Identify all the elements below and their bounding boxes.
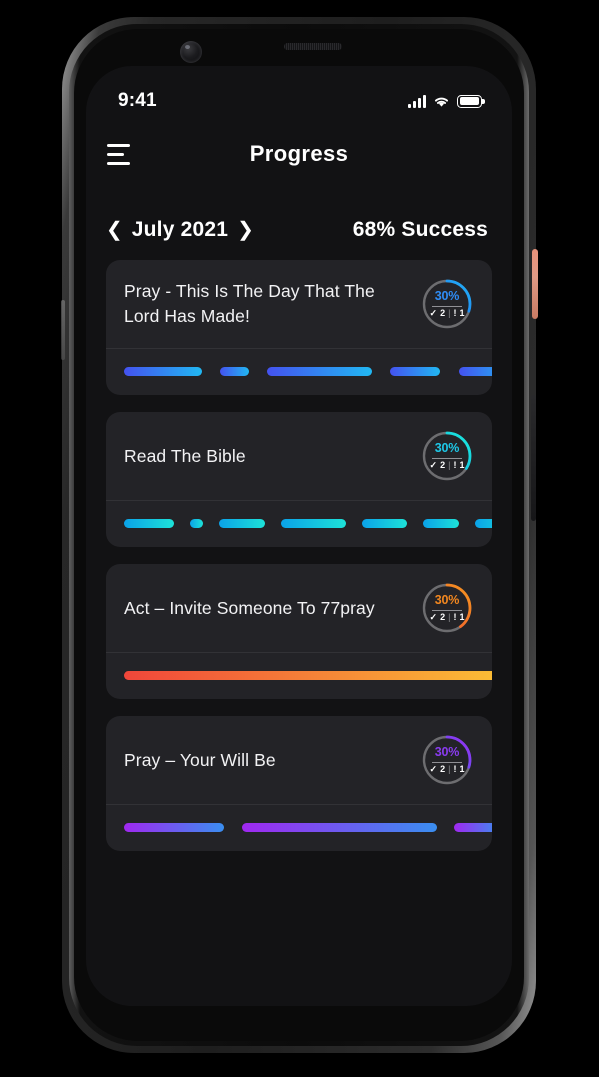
- ring-divider: [432, 761, 462, 763]
- progress-bar-segment[interactable]: [390, 367, 440, 376]
- side-button-left[interactable]: [61, 300, 65, 360]
- ring-stats: ✓ 2 |! 1: [430, 765, 465, 774]
- check-icon: ✓: [429, 460, 438, 470]
- habit-card[interactable]: Read The Bible 30% ✓ 2 |! 1: [106, 412, 492, 547]
- missed-count: 1: [459, 764, 465, 774]
- battery-full-icon: [457, 94, 485, 108]
- status-bar: 9:41: [86, 66, 512, 122]
- progress-bar-track: [106, 501, 492, 547]
- progress-bar-segment[interactable]: [459, 367, 492, 376]
- progress-percent: 30%: [434, 441, 460, 455]
- stats-separator: |: [448, 460, 451, 470]
- habit-card[interactable]: Pray - This Is The Day That The Lord Has…: [106, 260, 492, 395]
- progress-ring[interactable]: 30% ✓ 2 |! 1: [420, 733, 474, 787]
- progress-bar-segment[interactable]: [219, 519, 265, 528]
- wifi-icon: [433, 95, 450, 108]
- progress-bar-segment[interactable]: [124, 671, 492, 680]
- completed-count: 2: [440, 764, 446, 774]
- progress-bar-track: [106, 805, 492, 851]
- progress-bar-segment[interactable]: [475, 519, 492, 528]
- month-label: July 2021: [131, 218, 229, 241]
- completed-count: 2: [440, 460, 446, 470]
- missed-count: 1: [459, 612, 465, 622]
- screenshot-root: 9:41 Progress ❮ July 2021 ❯ 68% Success …: [0, 0, 599, 1077]
- progress-bar-segment[interactable]: [124, 367, 202, 376]
- progress-percent: 30%: [434, 593, 460, 607]
- earpiece-speaker-icon: [284, 43, 342, 50]
- progress-bar-segment[interactable]: [220, 367, 249, 376]
- status-time: 9:41: [118, 90, 157, 111]
- missed-count: 1: [459, 308, 465, 318]
- habit-card[interactable]: Act – Invite Someone To 77pray 30% ✓ 2 |! 1: [106, 564, 492, 699]
- progress-ring-center: 30% ✓ 2 |! 1: [420, 581, 474, 635]
- progress-percent: 30%: [434, 745, 460, 759]
- chevron-left-icon[interactable]: ❮: [106, 220, 123, 240]
- habit-card-list: Pray - This Is The Day That The Lord Has…: [86, 260, 512, 851]
- stats-separator: |: [448, 764, 451, 774]
- power-button[interactable]: [532, 249, 538, 319]
- progress-bar-segment[interactable]: [267, 367, 372, 376]
- check-icon: ✓: [429, 764, 438, 774]
- ring-divider: [432, 457, 462, 459]
- completed-count: 2: [440, 308, 446, 318]
- exclamation-icon: !: [453, 764, 457, 774]
- success-rate-label: 68% Success: [352, 218, 488, 241]
- ring-divider: [432, 609, 462, 611]
- front-camera-icon: [180, 41, 202, 63]
- status-icons: [407, 94, 485, 108]
- progress-ring[interactable]: 30% ✓ 2 |! 1: [420, 277, 474, 331]
- habit-title: Pray - This Is The Day That The Lord Has…: [124, 281, 375, 326]
- progress-bar-segment[interactable]: [190, 519, 203, 528]
- progress-ring[interactable]: 30% ✓ 2 |! 1: [420, 581, 474, 635]
- habit-card-header: Read The Bible 30% ✓ 2 |! 1: [106, 412, 492, 500]
- habit-card-header: Pray - This Is The Day That The Lord Has…: [106, 260, 492, 348]
- progress-bar-track: [106, 349, 492, 395]
- progress-bar-segment[interactable]: [362, 519, 407, 528]
- ring-stats: ✓ 2 |! 1: [430, 461, 465, 470]
- habit-title: Act – Invite Someone To 77pray: [124, 597, 375, 618]
- exclamation-icon: !: [453, 460, 457, 470]
- month-navigator: ❮ July 2021 ❯: [106, 218, 254, 242]
- progress-bar-segment[interactable]: [423, 519, 459, 528]
- exclamation-icon: !: [453, 612, 457, 622]
- habit-card-header: Act – Invite Someone To 77pray 30% ✓ 2 |! 1: [106, 564, 492, 652]
- month-selector-row: ❮ July 2021 ❯ 68% Success: [86, 206, 512, 254]
- progress-ring-center: 30% ✓ 2 |! 1: [420, 733, 474, 787]
- hamburger-menu-icon[interactable]: [107, 143, 133, 165]
- app-header: Progress: [86, 122, 512, 186]
- progress-bar-segment[interactable]: [454, 823, 492, 832]
- habit-card-header: Pray – Your Will Be 30% ✓ 2 |! 1: [106, 716, 492, 804]
- progress-bar-segment[interactable]: [124, 519, 174, 528]
- habit-title: Read The Bible: [124, 445, 246, 466]
- stats-separator: |: [448, 612, 451, 622]
- ring-stats: ✓ 2 |! 1: [430, 613, 465, 622]
- progress-bar-track: [106, 653, 492, 699]
- volume-button[interactable]: [531, 395, 536, 521]
- habit-title: Pray – Your Will Be: [124, 749, 276, 770]
- ring-stats: ✓ 2 |! 1: [430, 309, 465, 318]
- progress-bar-segment[interactable]: [281, 519, 346, 528]
- page-title: Progress: [249, 141, 349, 166]
- chevron-right-icon[interactable]: ❯: [237, 220, 254, 240]
- habit-card[interactable]: Pray – Your Will Be 30% ✓ 2 |! 1: [106, 716, 492, 851]
- stats-separator: |: [448, 308, 451, 318]
- phone-screen: 9:41 Progress ❮ July 2021 ❯ 68% Success …: [86, 66, 512, 1006]
- cellular-signal-icon: [407, 94, 426, 108]
- missed-count: 1: [459, 460, 465, 470]
- ring-divider: [432, 305, 462, 307]
- check-icon: ✓: [429, 308, 438, 318]
- progress-bar-segment[interactable]: [124, 823, 224, 832]
- progress-percent: 30%: [434, 289, 460, 303]
- check-icon: ✓: [429, 612, 438, 622]
- progress-ring[interactable]: 30% ✓ 2 |! 1: [420, 429, 474, 483]
- progress-ring-center: 30% ✓ 2 |! 1: [420, 429, 474, 483]
- progress-bar-segment[interactable]: [242, 823, 437, 832]
- exclamation-icon: !: [453, 308, 457, 318]
- completed-count: 2: [440, 612, 446, 622]
- progress-ring-center: 30% ✓ 2 |! 1: [420, 277, 474, 331]
